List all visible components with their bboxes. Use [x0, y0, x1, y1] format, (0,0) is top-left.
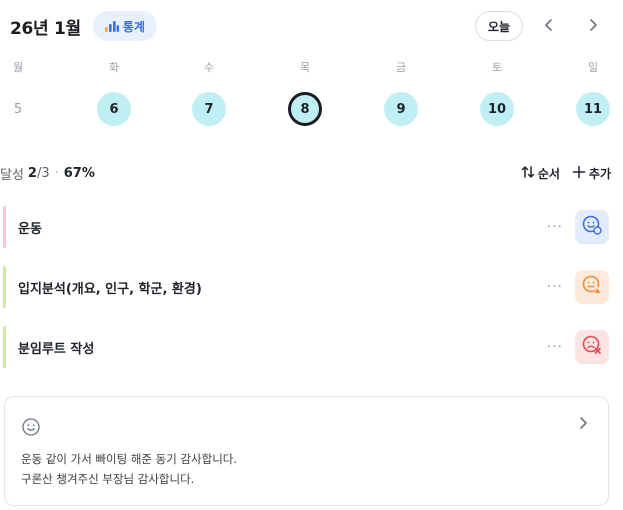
task-title[interactable]: 운동 — [18, 218, 42, 237]
smile-icon — [21, 417, 41, 441]
day-number[interactable]: 7 — [192, 92, 226, 126]
chevron-right-icon — [588, 16, 598, 37]
task-item[interactable]: 분임루트 작성 ··· — [0, 324, 623, 370]
more-icon[interactable]: ··· — [547, 279, 563, 295]
day-name: 금 — [395, 61, 407, 74]
day-name: 일 — [587, 61, 599, 74]
task-title[interactable]: 입지분석(개요, 인구, 학군, 환경) — [18, 278, 202, 297]
sort-arrows-icon — [521, 165, 535, 182]
day-thu[interactable]: 목 8 — [285, 58, 325, 128]
day-number[interactable]: 11 — [576, 92, 610, 126]
chevron-left-icon — [544, 16, 554, 37]
bar-chart-icon — [104, 20, 119, 32]
task-item[interactable]: 운동 ··· — [0, 204, 623, 250]
day-name: 수 — [203, 61, 215, 74]
plus-icon — [572, 165, 586, 182]
day-number[interactable]: 5 — [1, 92, 35, 126]
task-status-button[interactable] — [575, 330, 609, 364]
stats-button[interactable]: 통계 — [92, 11, 157, 41]
day-fri[interactable]: 금 9 — [381, 58, 421, 128]
chevron-right-icon[interactable] — [578, 415, 588, 434]
day-sat[interactable]: 토 10 — [477, 58, 517, 128]
task-title[interactable]: 분임루트 작성 — [18, 338, 94, 357]
add-label: 추가 — [588, 166, 611, 181]
gratitude-note-card[interactable]: 운동 같이 가서 빠이팅 해준 동기 감사합니다. 구론산 챙겨주신 부장님 감… — [4, 396, 609, 506]
smile-check-icon — [581, 214, 603, 240]
day-sun[interactable]: 일 11 — [573, 58, 613, 128]
calendar-header: 26년 1월 통계 오늘 — [10, 10, 611, 42]
sad-x-icon — [581, 334, 603, 360]
day-number[interactable]: 6 — [97, 92, 131, 126]
day-wed[interactable]: 수 7 — [189, 58, 229, 128]
day-mon[interactable]: 월 5 — [0, 58, 38, 128]
achievement-label: 달성 — [0, 167, 24, 183]
prev-week-button[interactable] — [531, 11, 567, 41]
day-name: 월 — [12, 61, 24, 74]
achievement-total: /3 — [36, 165, 50, 181]
meh-warning-icon — [581, 274, 603, 300]
today-button[interactable]: 오늘 — [474, 11, 523, 41]
add-task-button[interactable]: 추가 — [572, 165, 611, 182]
note-line: 운동 같이 가서 빠이팅 해준 동기 감사합니다. — [21, 452, 238, 466]
note-line: 구론산 챙겨주신 부장님 감사합니다. — [21, 472, 195, 486]
task-status-button[interactable] — [575, 270, 609, 304]
task-color-bar — [3, 266, 6, 308]
reorder-label: 순서 — [537, 166, 560, 181]
achievement-count: 2 — [27, 165, 37, 181]
separator-dot: · — [54, 165, 59, 181]
next-week-button[interactable] — [575, 11, 611, 41]
more-icon[interactable]: ··· — [547, 339, 563, 355]
task-color-bar — [3, 326, 6, 368]
note-text: 운동 같이 가서 빠이팅 해준 동기 감사합니다. 구론산 챙겨주신 부장님 감… — [21, 449, 237, 489]
task-item[interactable]: 입지분석(개요, 인구, 학군, 환경) ··· — [0, 264, 623, 310]
week-strip: 월 5 화 6 수 7 목 8 금 9 토 10 일 11 — [0, 58, 623, 128]
reorder-button[interactable]: 순서 — [521, 165, 560, 182]
more-icon[interactable]: ··· — [547, 219, 563, 235]
day-name: 화 — [108, 61, 120, 74]
day-number-today[interactable]: 8 — [288, 92, 322, 126]
day-tue[interactable]: 화 6 — [94, 58, 134, 128]
month-title: 26년 1월 — [10, 18, 81, 39]
day-number[interactable]: 9 — [384, 92, 418, 126]
day-name: 토 — [491, 61, 503, 74]
task-color-bar — [3, 206, 6, 248]
day-number[interactable]: 10 — [480, 92, 514, 126]
task-status-button[interactable] — [575, 210, 609, 244]
task-list: 운동 ··· 입지분석(개요, 인구, 학군, 환경) ··· 분임루트 작성 … — [0, 204, 623, 384]
achievement-percent: 67% — [63, 165, 95, 181]
achievement-summary: 달성 2 /3 · 67% 순서 추가 — [0, 162, 611, 184]
day-name: 목 — [299, 61, 311, 74]
stats-label: 통계 — [122, 19, 145, 34]
